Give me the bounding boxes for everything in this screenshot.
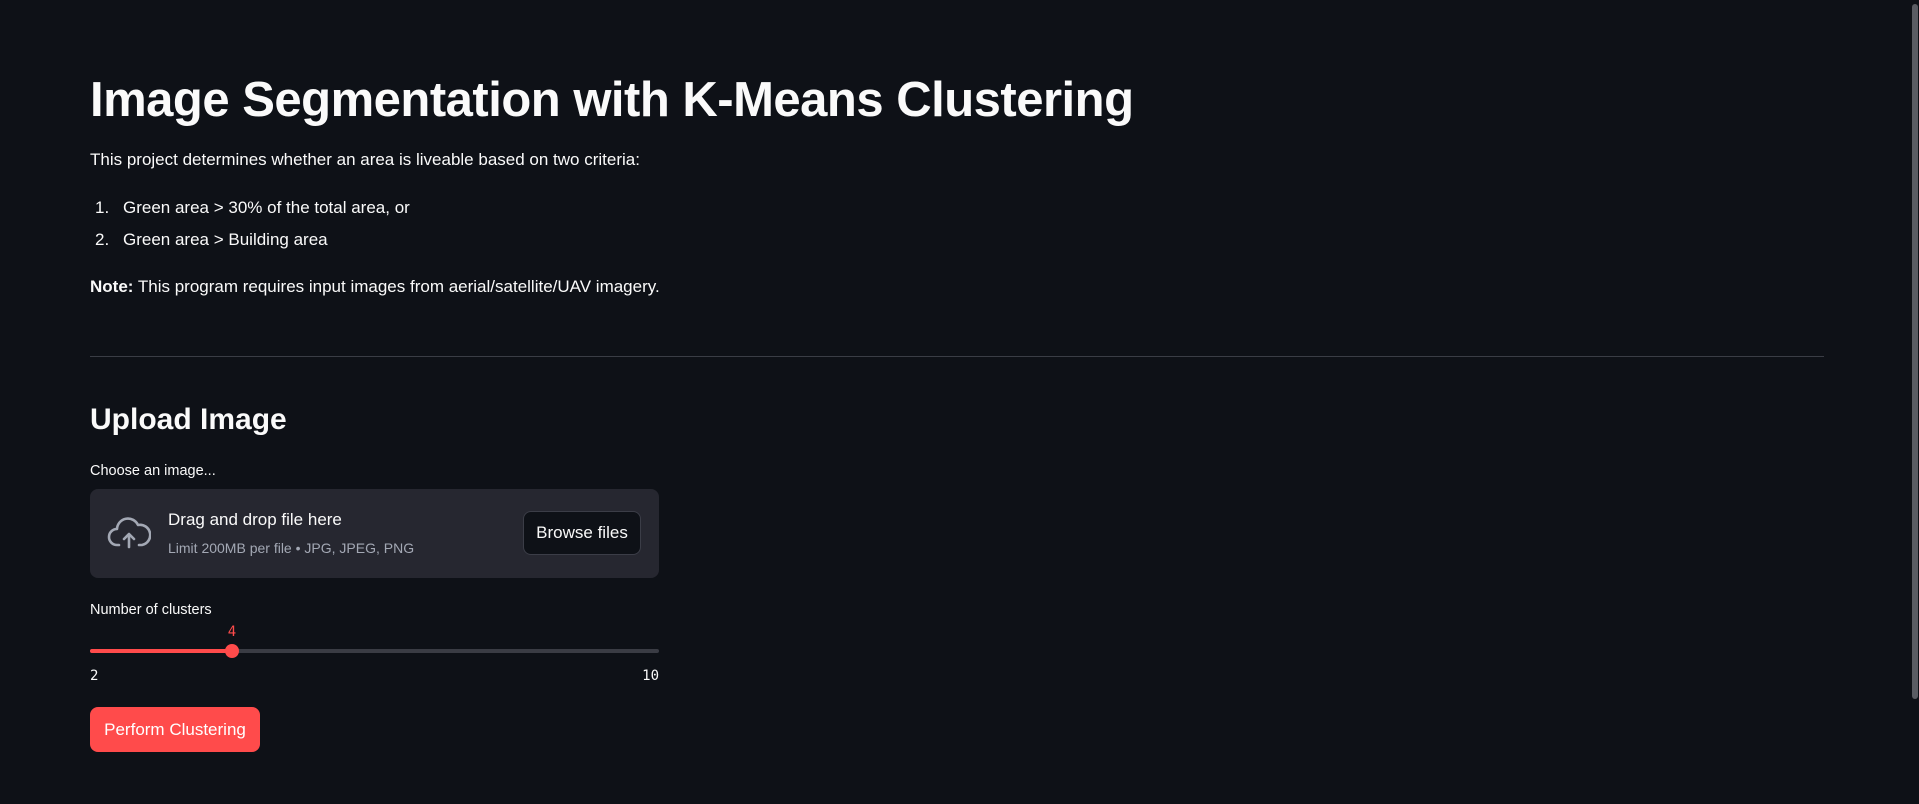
uploader-label: Choose an image... [90,463,216,479]
slider-max-label: 10 [642,668,659,684]
scrollbar-thumb[interactable] [1912,4,1918,699]
criteria-list: 1. Green area > 30% of the total area, o… [90,196,410,260]
divider [90,356,1824,357]
scrollbar[interactable] [1910,0,1919,804]
perform-clustering-button[interactable]: Perform Clustering [90,707,260,752]
app-root: Image Segmentation with K-Means Clusteri… [0,0,1919,804]
cloud-upload-icon [107,517,151,549]
note-body: This program requires input images from … [133,277,660,296]
slider-label: Number of clusters [90,602,212,618]
slider-fill [90,649,232,653]
cluster-slider[interactable]: 4 2 10 [90,624,659,684]
slider-min-label: 2 [90,668,99,684]
note-label: Note: [90,277,134,296]
list-item-text: Green area > 30% of the total area, or [123,198,410,217]
browse-files-button[interactable]: Browse files [523,511,641,555]
page-title: Image Segmentation with K-Means Clusteri… [90,73,1134,127]
list-item: 1. Green area > 30% of the total area, o… [90,196,410,220]
list-item-text: Green area > Building area [123,230,328,249]
slider-value: 4 [227,624,237,640]
intro-text: This project determines whether an area … [90,150,640,169]
note-text: Note: This program requires input images… [90,275,660,299]
file-dropzone[interactable]: Drag and drop file here Limit 200MB per … [90,489,659,578]
list-item-number: 2. [95,230,110,249]
list-item-number: 1. [95,198,110,217]
list-item: 2. Green area > Building area [90,228,410,252]
slider-thumb[interactable] [225,644,239,658]
dropzone-title: Drag and drop file here [168,510,342,529]
dropzone-limit: Limit 200MB per file • JPG, JPEG, PNG [168,540,415,556]
upload-subheader: Upload Image [90,403,287,436]
